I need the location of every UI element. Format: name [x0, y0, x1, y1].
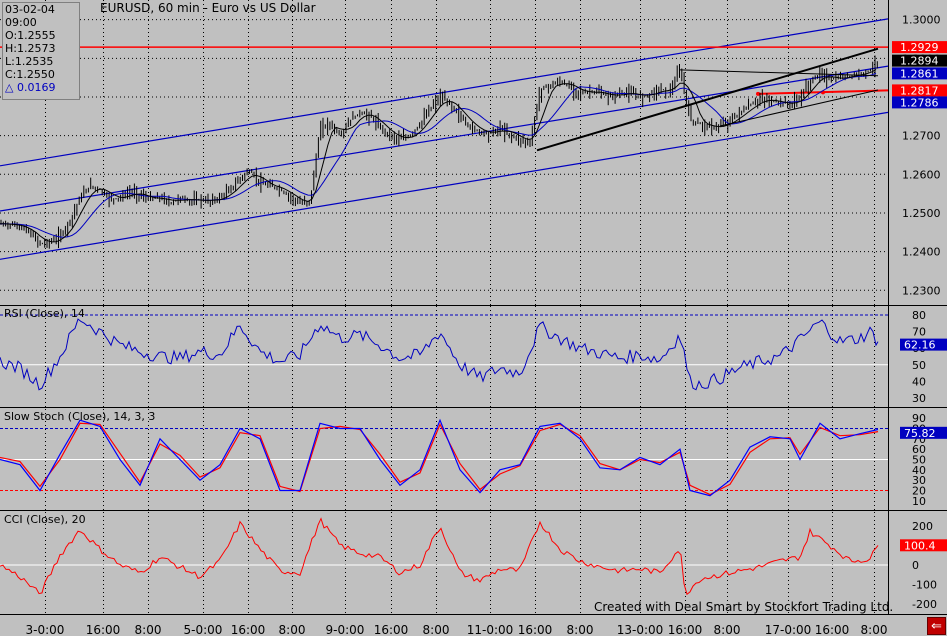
- cci-tick-label: -100: [912, 579, 937, 592]
- chart-canvas: 3-0:00 16:00 8:00 5-0:00 16:00 8:00 9-0:00 16:0…: [0, 0, 947, 636]
- x-tick-label: 16:00: [374, 623, 409, 636]
- stoch-value-label: 75.82: [904, 427, 936, 440]
- arrow-left-icon: ⇐: [931, 619, 942, 634]
- back-button[interactable]: ⇐: [927, 617, 946, 635]
- x-tick-label: 17-0:00: [765, 623, 812, 636]
- ohlc-info-box: 03-02-04 09:00 O:1.2555 H:1.2573 L:1.253…: [2, 2, 80, 100]
- credit-text: Created with Deal Smart by Stockfort Tra…: [594, 600, 894, 614]
- info-time: 09:00: [5, 16, 37, 29]
- price-tag-label: 1.2894: [900, 55, 939, 68]
- panel-background: [0, 306, 888, 407]
- cci-tick-label: 200: [912, 520, 933, 533]
- info-date: 03-02-04: [5, 3, 55, 16]
- x-tick-label: 8:00: [279, 623, 306, 636]
- resistance-point: [756, 91, 760, 96]
- price-tag-label: 1.2861: [900, 67, 939, 80]
- x-tick-label: 8:00: [423, 623, 450, 636]
- info-open: O:1.2555: [5, 29, 56, 42]
- info-close: C:1.2550: [5, 68, 55, 81]
- rsi-tick-label: 50: [912, 359, 926, 372]
- x-tick-label: 16:00: [815, 623, 850, 636]
- info-low: L:1.2535: [5, 55, 54, 68]
- stoch-panel-title: Slow Stoch (Close), 14, 3, 3: [4, 410, 156, 423]
- info-delta: △ 0.0169: [5, 81, 56, 94]
- x-tick-label: 8:00: [135, 623, 162, 636]
- panel-background: [0, 0, 888, 305]
- x-tick-label: 8:00: [714, 623, 741, 636]
- x-tick-label: 9-0:00: [326, 623, 365, 636]
- price-tick-label: 1.2500: [902, 207, 941, 220]
- x-tick-label: 5-0:00: [184, 623, 223, 636]
- cci-tick-label: 0: [912, 559, 919, 572]
- x-tick-label: 3-0:00: [26, 623, 65, 636]
- x-tick-label: 16:00: [518, 623, 553, 636]
- x-tick-label: 8:00: [861, 623, 888, 636]
- price-tick-label: 1.2600: [902, 168, 941, 181]
- x-tick-label: 16:00: [86, 623, 121, 636]
- rsi-value-label: 62.16: [904, 339, 936, 352]
- rsi-tick-label: 30: [912, 392, 926, 405]
- x-tick-label: 16:00: [231, 623, 266, 636]
- x-tick-label: 11-0:00: [467, 623, 514, 636]
- price-tag-label: 1.2786: [900, 96, 939, 109]
- panel-background: [0, 512, 888, 614]
- stoch-tick-label: 10: [912, 495, 926, 508]
- cci-panel-title: CCI (Close), 20: [4, 513, 86, 526]
- x-tick-label: 8:00: [567, 623, 594, 636]
- price-tick-label: 1.2400: [902, 246, 941, 259]
- rsi-tick-label: 70: [912, 326, 926, 339]
- price-tick-label: 1.2300: [902, 284, 941, 297]
- info-high: H:1.2573: [5, 42, 56, 55]
- cci-value-label: 100.4: [904, 539, 936, 552]
- rsi-tick-label: 40: [912, 375, 926, 388]
- cci-tick-label: -200: [912, 598, 937, 611]
- x-tick-label: 16:00: [668, 623, 703, 636]
- price-tick-label: 1.3000: [902, 14, 941, 27]
- chart-title: EURUSD, 60 min - Euro vs US Dollar: [100, 1, 316, 15]
- rsi-panel-title: RSI (Close), 14: [4, 307, 85, 320]
- price-tag-label: 1.2929: [900, 41, 939, 54]
- price-tick-label: 1.2700: [902, 130, 941, 143]
- x-tick-label: 13-0:00: [617, 623, 664, 636]
- rsi-tick-label: 80: [912, 309, 926, 322]
